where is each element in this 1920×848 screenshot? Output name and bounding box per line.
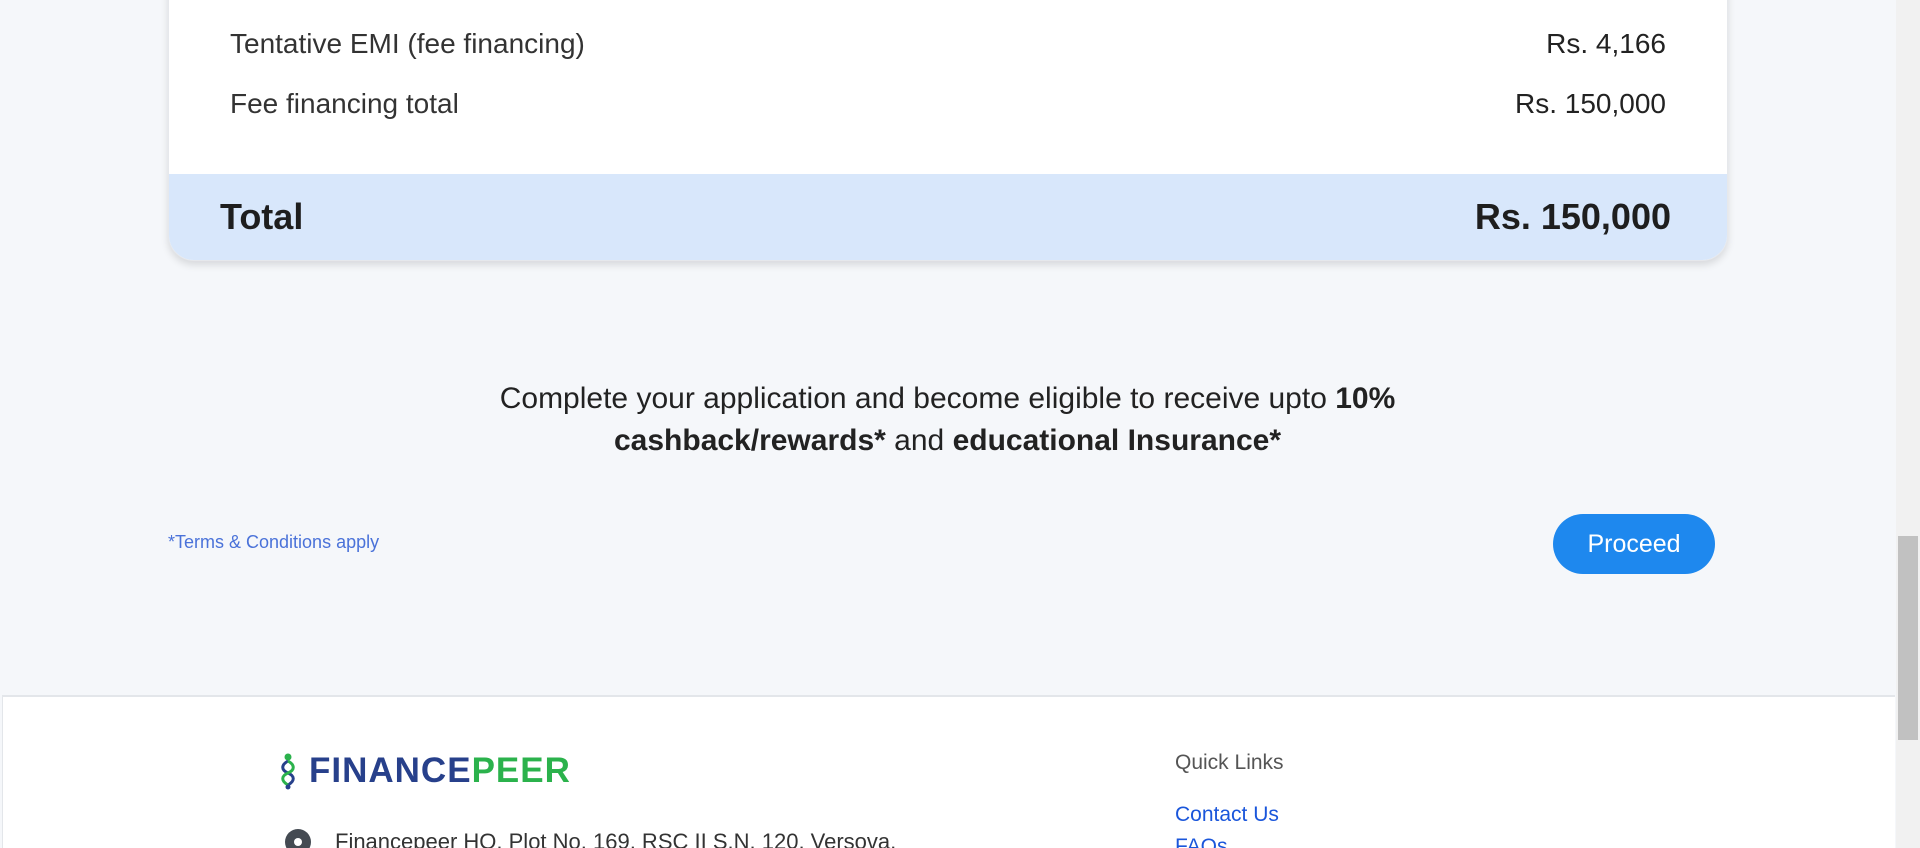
total-bar: Total Rs. 150,000: [169, 174, 1727, 260]
quick-links-title: Quick Links: [1175, 751, 1284, 774]
footer: FINANCEPEER Financepeer HO, Plot No. 169…: [2, 695, 1895, 848]
location-pin-icon: [285, 829, 311, 848]
vertical-scrollbar[interactable]: [1896, 0, 1920, 848]
promo-text: and: [885, 424, 953, 457]
summary-row: Tentative EMI (fee financing) Rs. 4,166: [230, 24, 1666, 64]
address: Financepeer HO, Plot No. 169, RSC II S.N…: [285, 829, 896, 848]
logo-text: FINANCEPEER: [309, 751, 571, 790]
proceed-button[interactable]: Proceed: [1553, 514, 1715, 574]
address-text: Financepeer HO, Plot No. 169, RSC II S.N…: [335, 829, 897, 848]
financepeer-logo[interactable]: FINANCEPEER: [277, 751, 571, 791]
contact-us-link[interactable]: Contact Us: [1175, 803, 1279, 827]
summary-row-value: Rs. 150,000: [1515, 88, 1666, 119]
faqs-link[interactable]: FAQs: [1175, 835, 1228, 848]
eligibility-message: Complete your application and become eli…: [430, 378, 1465, 462]
total-label: Total: [220, 196, 304, 237]
promo-text: Complete your application and become eli…: [499, 382, 1336, 415]
scrollbar-thumb[interactable]: [1898, 536, 1918, 740]
summary-row-label: Fee financing total: [230, 88, 459, 119]
terms-link[interactable]: *Terms & Conditions apply: [168, 532, 379, 553]
fee-summary-card: Tentative EMI (fee financing) Rs. 4,166 …: [168, 0, 1728, 261]
summary-row-label: Tentative EMI (fee financing): [230, 28, 585, 59]
summary-row: Fee financing total Rs. 150,000: [230, 84, 1666, 124]
promo-insurance: educational Insurance*: [952, 424, 1281, 457]
total-value: Rs. 150,000: [1474, 196, 1671, 237]
logo-mark-icon: [281, 753, 295, 790]
summary-row-value: Rs. 4,166: [1546, 28, 1666, 59]
page: Tentative EMI (fee financing) Rs. 4,166 …: [0, 0, 1896, 848]
